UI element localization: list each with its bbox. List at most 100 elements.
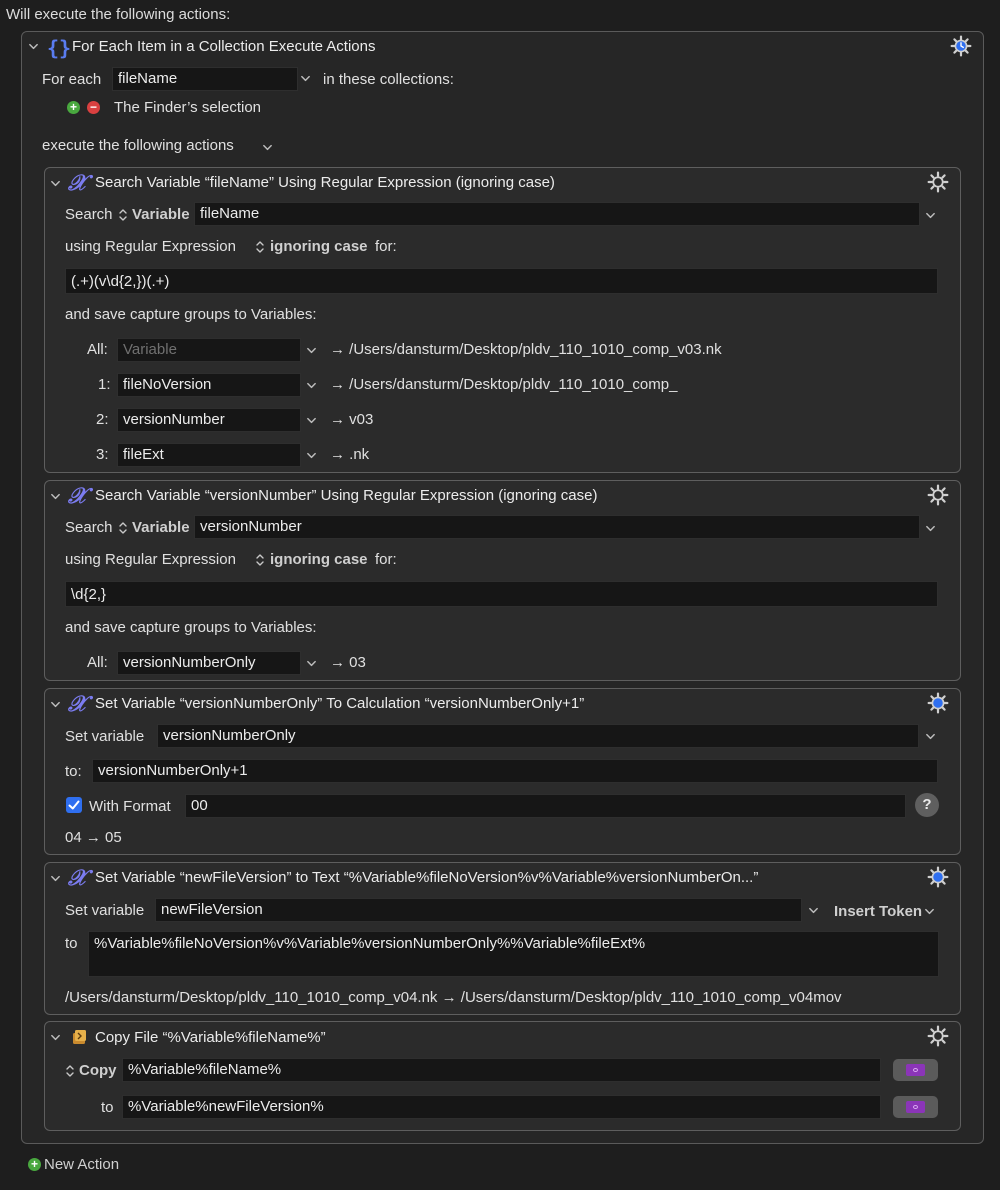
collapse-chevron-icon[interactable] — [50, 699, 61, 710]
group-dropdown-chevron-icon[interactable] — [306, 345, 317, 356]
group-all-field[interactable]: Variable — [117, 338, 301, 362]
for-each-variable-field[interactable]: fileName — [112, 67, 298, 91]
updown-icon[interactable] — [65, 1064, 75, 1078]
in-collections-label: in these collections: — [323, 71, 454, 88]
for-label: for: — [375, 551, 397, 568]
gear-icon[interactable] — [927, 1025, 949, 1047]
group-dropdown-chevron-icon[interactable] — [306, 415, 317, 426]
set-variable-field[interactable]: newFileVersion — [155, 898, 802, 922]
destination-path-field[interactable]: %Variable%newFileVersion% — [122, 1095, 881, 1119]
group-1-field[interactable]: fileNoVersion — [117, 373, 301, 397]
variable-x-icon: 𝒳 — [68, 170, 87, 196]
remove-collection-minus-icon[interactable]: − — [87, 101, 100, 114]
updown-icon[interactable] — [118, 208, 128, 222]
regex-field[interactable]: \d{2,} — [65, 581, 938, 607]
updown-icon[interactable] — [255, 240, 265, 254]
new-action-plus-icon[interactable]: + — [28, 1158, 41, 1171]
group-dropdown-chevron-icon[interactable] — [306, 658, 317, 669]
search-variable-field[interactable]: fileName — [194, 202, 920, 226]
checkmark-icon — [68, 800, 80, 810]
action-title: Set Variable “versionNumberOnly” To Calc… — [95, 695, 585, 712]
folder-icon — [906, 1101, 925, 1113]
variable-x-icon: 𝒳 — [68, 691, 87, 717]
collapse-chevron-icon[interactable] — [50, 1032, 61, 1043]
variable-x-icon: 𝒳 — [68, 865, 87, 891]
using-regex-label: using Regular Expression — [65, 551, 236, 568]
group-result: → 03 — [330, 654, 366, 671]
gear-blue-icon[interactable] — [927, 692, 949, 714]
choose-destination-folder-button[interactable] — [893, 1096, 938, 1118]
insert-token-chevron-icon[interactable] — [924, 906, 935, 917]
regex-field[interactable]: (.+)(v\d{2,})(.+) — [65, 268, 938, 294]
variable-dropdown-chevron-icon[interactable] — [925, 523, 936, 534]
group-2-field[interactable]: versionNumber — [117, 408, 301, 432]
variable-dropdown-chevron-icon[interactable] — [300, 73, 311, 84]
search-variable-field[interactable]: versionNumber — [194, 515, 920, 539]
to-label: to: — [65, 763, 82, 780]
collection-item[interactable]: The Finder’s selection — [114, 99, 261, 116]
using-regex-label: using Regular Expression — [65, 238, 236, 255]
collapse-chevron-icon[interactable] — [28, 41, 39, 52]
help-button[interactable]: ? — [915, 793, 939, 817]
insert-token-button[interactable]: Insert Token — [834, 903, 922, 920]
variable-dropdown-chevron-icon[interactable] — [925, 210, 936, 221]
to-label: to — [101, 1099, 114, 1116]
group-dropdown-chevron-icon[interactable] — [306, 380, 317, 391]
variable-type-popup[interactable]: Variable — [132, 206, 190, 223]
action-title: Copy File “%Variable%fileName%” — [95, 1029, 326, 1046]
action-title: For Each Item in a Collection Execute Ac… — [72, 38, 376, 55]
folder-icon — [906, 1064, 925, 1076]
variable-type-popup[interactable]: Variable — [132, 519, 190, 536]
group-dropdown-chevron-icon[interactable] — [306, 450, 317, 461]
search-label: Search — [65, 206, 113, 223]
gear-icon[interactable] — [927, 171, 949, 193]
with-format-checkbox[interactable] — [66, 797, 82, 813]
for-label: for: — [375, 238, 397, 255]
choose-source-folder-button[interactable] — [893, 1059, 938, 1081]
group-3-field[interactable]: fileExt — [117, 443, 301, 467]
variable-dropdown-chevron-icon[interactable] — [925, 731, 936, 742]
page-heading: Will execute the following actions: — [6, 6, 231, 23]
search-label: Search — [65, 519, 113, 536]
collapse-chevron-icon[interactable] — [50, 491, 61, 502]
calculation-result: 04 → 05 — [65, 829, 122, 846]
text-field[interactable]: %Variable%fileNoVersion%v%Variable%versi… — [88, 931, 939, 977]
text-result: /Users/dansturm/Desktop/pldv_110_1010_co… — [65, 989, 842, 1006]
gear-blue-icon[interactable] — [927, 866, 949, 888]
save-capture-label: and save capture groups to Variables: — [65, 306, 317, 323]
updown-icon[interactable] — [255, 553, 265, 567]
new-action-button[interactable]: New Action — [44, 1156, 119, 1173]
variable-x-icon: 𝒳 — [68, 483, 87, 509]
action-title: Search Variable “versionNumber” Using Re… — [95, 487, 598, 504]
set-variable-label: Set variable — [65, 728, 145, 745]
group-label: 1: — [98, 376, 111, 393]
collapse-chevron-icon[interactable] — [50, 178, 61, 189]
source-path-field[interactable]: %Variable%fileName% — [122, 1058, 881, 1082]
group-result: → /Users/dansturm/Desktop/pldv_110_1010_… — [330, 376, 678, 393]
for-each-braces-icon: {} — [47, 36, 72, 60]
group-all-field[interactable]: versionNumberOnly — [117, 651, 301, 675]
set-variable-field[interactable]: versionNumberOnly — [157, 724, 919, 748]
action-title: Set Variable “newFileVersion” to Text “%… — [95, 869, 759, 886]
group-result: → .nk — [330, 446, 370, 463]
calculation-field[interactable]: versionNumberOnly+1 — [92, 759, 938, 783]
with-format-label: With Format — [89, 798, 171, 815]
collapse-chevron-icon[interactable] — [50, 873, 61, 884]
for-each-label: For each — [42, 71, 102, 88]
group-label: All: — [87, 654, 108, 671]
group-result: → v03 — [330, 411, 374, 428]
execute-chevron-icon[interactable] — [262, 142, 273, 153]
add-collection-plus-icon[interactable]: + — [67, 101, 80, 114]
ignoring-case-popup[interactable]: ignoring case — [270, 238, 368, 255]
gear-icon[interactable] — [927, 484, 949, 506]
finder-copy-icon — [73, 1030, 86, 1044]
updown-icon[interactable] — [118, 521, 128, 535]
group-label: 2: — [96, 411, 109, 428]
copy-mode-popup[interactable]: Copy — [79, 1062, 117, 1079]
variable-dropdown-chevron-icon[interactable] — [808, 905, 819, 916]
ignoring-case-popup[interactable]: ignoring case — [270, 551, 368, 568]
gear-clock-icon[interactable] — [950, 35, 972, 57]
group-label: 3: — [96, 446, 109, 463]
action-title: Search Variable “fileName” Using Regular… — [95, 174, 555, 191]
format-field[interactable]: 00 — [185, 794, 906, 818]
